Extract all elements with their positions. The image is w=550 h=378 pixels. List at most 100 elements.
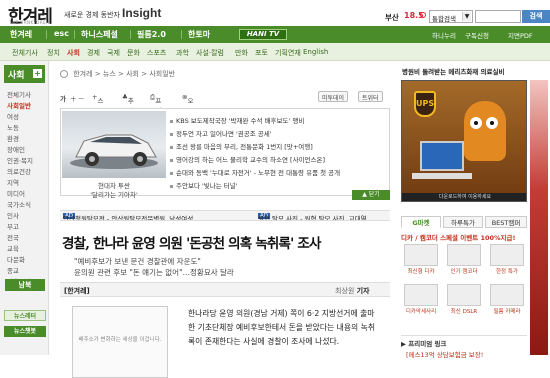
sidebar-item[interactable]: 다문화 [7, 254, 25, 264]
search-button[interactable]: 검색 [522, 10, 550, 23]
section-cartoon[interactable]: 만화 [235, 48, 248, 58]
sidebar-item[interactable]: 부고 [7, 221, 19, 231]
weather-city[interactable]: 부산 [385, 12, 399, 23]
sidebar-item[interactable]: 인사 [7, 210, 19, 220]
font-increase-button[interactable]: ＋ [70, 93, 77, 103]
sidebar-item[interactable]: 여성 [7, 111, 19, 121]
section-international[interactable]: 국제 [107, 48, 120, 58]
nav-divider [130, 30, 131, 39]
nav-hankyoreh[interactable]: 한겨레 [10, 29, 32, 40]
report-button[interactable]: ⊗ 오류신고 [182, 93, 193, 135]
tab-gmarket[interactable]: G마켓 [401, 216, 441, 228]
nav-hantoma[interactable]: 한토마 [188, 29, 210, 40]
top-news-text: 주안보다 '빛나는 터널' [176, 182, 238, 190]
bullet-icon [170, 119, 173, 123]
sidebar-item[interactable]: 지역 [7, 177, 19, 187]
pupil [490, 121, 494, 125]
article-subhead: "예비후보가 보낸 문건 경찰관에 자운도" [74, 257, 201, 266]
shopping-headline[interactable]: 디카 / 캠코더 스페셜 이벤트 100%지급! [401, 232, 527, 242]
shop-item[interactable]: 최신 DSLR [444, 284, 484, 315]
breadcrumb-item[interactable]: 한겨레 [73, 70, 92, 78]
me2day-share-button[interactable]: 미투데이 [318, 91, 349, 102]
premium-link[interactable]: [메스13억 상담보험금 보장! [406, 349, 483, 359]
shop-item[interactable]: 필름 카메라 [487, 284, 527, 315]
section-culture[interactable]: 문화 [127, 48, 140, 58]
top-news-text: 순대와 동백 '누대로 자전거' - 노무현 전 대통령 유품 첫 공개 [176, 169, 341, 177]
section-english[interactable]: English [303, 48, 328, 56]
sidebar-item[interactable]: 종교 [7, 265, 19, 275]
sidebar-item[interactable]: 환경 [7, 133, 19, 143]
top-news-item[interactable]: KBS 보도제작국장 '박재완 수석 배후보도' 맹비 [170, 115, 304, 125]
newsletter-button[interactable]: 뉴스레터 [4, 310, 46, 321]
sidebar-item[interactable]: 인권·복지 [7, 155, 33, 165]
news-chatbot-button[interactable]: 뉴스챗봇 [4, 326, 46, 337]
product-thumbnail [490, 244, 524, 266]
sidebar-item[interactable]: 노동 [7, 122, 19, 132]
product-thumbnail [447, 244, 481, 266]
reporter-name: 최상원 [335, 287, 355, 295]
nav-esc[interactable]: esc [54, 29, 69, 38]
shop-item[interactable]: 한정 특가 [487, 244, 527, 275]
twitter-share-button[interactable]: 트위터 [358, 91, 383, 102]
section-all[interactable]: 전체기사 [12, 48, 38, 58]
ups-ad-banner[interactable]: UPS 다운로드하여 이용하세요 [401, 80, 527, 202]
insight-logo[interactable]: Insight [122, 6, 161, 20]
font-decrease-button[interactable]: － [78, 93, 85, 103]
article-source: [한겨레] [64, 287, 90, 295]
left-sidebar: 사회 + 전체기사 사회일반 여성 노동 환경 장애인 인권·복지 의료건강 지… [0, 61, 49, 355]
tab-daily-deal[interactable]: 하루특가 [443, 216, 483, 228]
section-science[interactable]: 과학 [176, 48, 189, 58]
sidebar-item[interactable]: 미디어 [7, 188, 25, 198]
laptop-base [412, 173, 472, 179]
eye-icon [486, 117, 498, 129]
section-society[interactable]: 사회 [67, 48, 80, 58]
nav-haninuri[interactable]: 하니누리 [432, 30, 456, 40]
print-button[interactable]: ⎙ 프린트 [150, 93, 161, 125]
nav-film20[interactable]: 필름2.0 [137, 29, 166, 40]
nav-divider [46, 30, 47, 39]
sidebar-item[interactable]: 장애인 [7, 144, 25, 154]
breadcrumb-item[interactable]: 사회 [126, 70, 139, 78]
tab-best[interactable]: BEST캠퍼 [485, 216, 527, 228]
nav-hani-special[interactable]: 하니스페셜 [81, 29, 118, 40]
shop-item-label: 필름 카메라 [493, 309, 521, 315]
car-caption-sub[interactable]: '달리가는 기아차' [62, 189, 166, 199]
shop-item[interactable]: 인기 캠코더 [444, 244, 484, 275]
breadcrumb-item[interactable]: 뉴스 [103, 70, 116, 78]
collapse-button[interactable]: ▲ 닫기 [352, 190, 390, 200]
side-ad-strip[interactable] [530, 80, 548, 355]
scrap-button[interactable]: + 스크랩 [92, 93, 103, 125]
section-sports[interactable]: 스포츠 [147, 48, 166, 58]
search-scope-select[interactable]: 통합검색 ▼ [429, 10, 473, 23]
sidebar-item[interactable]: 의료건강 [7, 166, 31, 176]
chevron-down-icon: ▼ [462, 12, 471, 21]
plus-icon[interactable]: + [33, 69, 42, 78]
reporter-byline[interactable]: 최상원 기자 [335, 286, 369, 296]
sidebar-item[interactable]: 전체기사 [7, 89, 31, 99]
section-politics[interactable]: 정치 [47, 48, 60, 58]
nav-subscribe[interactable]: 구독신청 [465, 30, 489, 40]
recommend-button[interactable]: ♣ 추천 [122, 93, 134, 115]
top-news-item[interactable]: 조선 왕릉 마음의 부리, 전통문화 1번지 [맛+여행] [170, 141, 313, 151]
nav-pdf[interactable]: 지면PDF [508, 30, 533, 40]
sidebar-more-button[interactable]: 남북 [5, 279, 45, 291]
shop-item[interactable]: 디카악세사리 [401, 284, 441, 315]
hani-tv-button[interactable]: HANI TV [239, 29, 287, 40]
search-input[interactable] [475, 10, 521, 23]
car-photo[interactable] [62, 111, 166, 178]
top-news-item[interactable]: 영어강의 하는 어느 물리학 교수의 하소연 [사이언스온] [170, 154, 325, 164]
shop-item[interactable]: 최신형 디카 [401, 244, 441, 275]
right-ad-title[interactable]: 병원비 돌려받는 메리츠화재 의료실비 [402, 66, 504, 76]
section-series[interactable]: 기획연재 [275, 48, 301, 58]
sidebar-item[interactable]: 전국 [7, 232, 19, 242]
sidebar-item[interactable]: 교육 [7, 243, 19, 253]
sidebar-item[interactable]: 국가소식 [7, 199, 31, 209]
section-photo[interactable]: 포토 [255, 48, 268, 58]
top-news-item[interactable]: 주안보다 '빛나는 터널' [170, 180, 238, 190]
top-news-item[interactable]: 정두언 자고 일어나면 '권공조 공세' [170, 128, 272, 138]
breadcrumb-item[interactable]: 사회일반 [149, 70, 175, 78]
sidebar-item-active[interactable]: 사회일반 [7, 100, 31, 110]
section-economy[interactable]: 경제 [87, 48, 100, 58]
top-news-item[interactable]: 순대와 동백 '누대로 자전거' - 노무현 전 대통령 유품 첫 공개 [170, 167, 340, 177]
section-opinion[interactable]: 사설·칼럼 [196, 48, 224, 58]
